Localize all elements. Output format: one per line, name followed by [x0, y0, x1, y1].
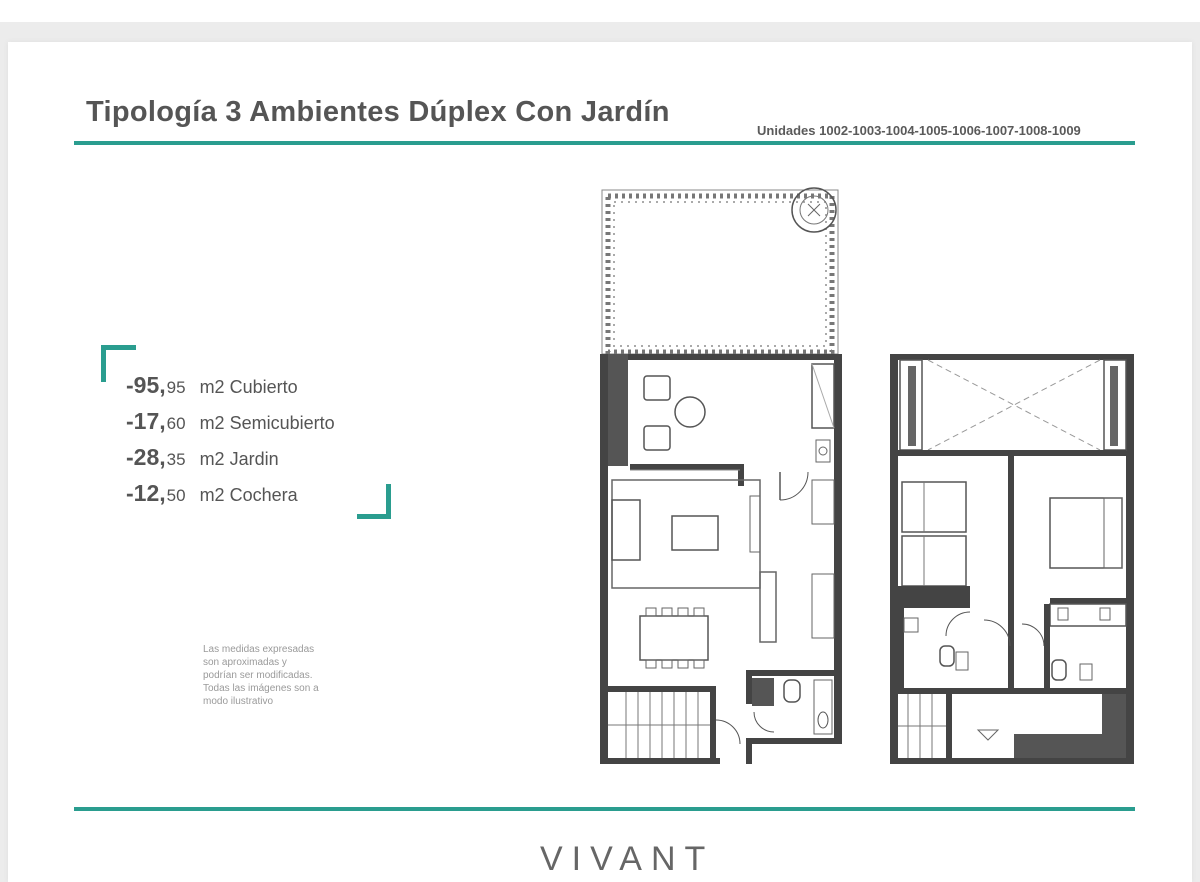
brand-logo: VIVANT	[540, 840, 715, 878]
area-row-jardin: -28,35 m2 Jardin	[126, 442, 335, 478]
area-row-cochera: -12,50 m2 Cochera	[126, 478, 335, 514]
corner-bracket-bottom-right	[357, 484, 391, 519]
units-list: Unidades 1002-1003-1004-1005-1006-1007-1…	[757, 123, 1081, 138]
disclaimer-line: podrían ser modificadas.	[203, 670, 313, 681]
disclaimer-line: modo ilustrativo	[203, 696, 274, 707]
disclaimer-note: Las medidas expresadas son aproximadas y…	[203, 643, 353, 708]
disclaimer-line: son aproximadas y	[203, 657, 287, 668]
area-label: m2 Semicubierto	[199, 413, 335, 433]
area-integer: -12,	[126, 480, 166, 506]
ground-floor-plan	[600, 354, 842, 764]
page-title: Tipología 3 Ambientes Dúplex Con Jardín	[86, 96, 670, 128]
area-decimal: 60	[166, 414, 186, 433]
area-label: m2 Jardin	[199, 449, 279, 469]
top-strip	[0, 0, 1200, 22]
header-rule	[74, 141, 1135, 145]
area-summary: -95,95 m2 Cubierto -17,60 m2 Semicubierto …	[126, 370, 335, 514]
area-label: m2 Cochera	[199, 485, 298, 505]
disclaimer-line: Todas las imágenes son a	[203, 683, 319, 694]
area-row-cubierto: -95,95 m2 Cubierto	[126, 370, 335, 406]
area-integer: -28,	[126, 444, 166, 470]
disclaimer-line: Las medidas expresadas	[203, 644, 315, 655]
garden-area	[601, 187, 839, 355]
footer-rule	[74, 807, 1135, 811]
area-decimal: 35	[166, 450, 186, 469]
upper-floor-plan	[890, 354, 1134, 764]
area-decimal: 95	[166, 378, 186, 397]
floor-plan-drawing	[600, 187, 1134, 764]
area-label: m2 Cubierto	[199, 377, 298, 397]
area-decimal: 50	[166, 486, 186, 505]
area-integer: -95,	[126, 372, 166, 398]
area-integer: -17,	[126, 408, 166, 434]
area-row-semicubierto: -17,60 m2 Semicubierto	[126, 406, 335, 442]
